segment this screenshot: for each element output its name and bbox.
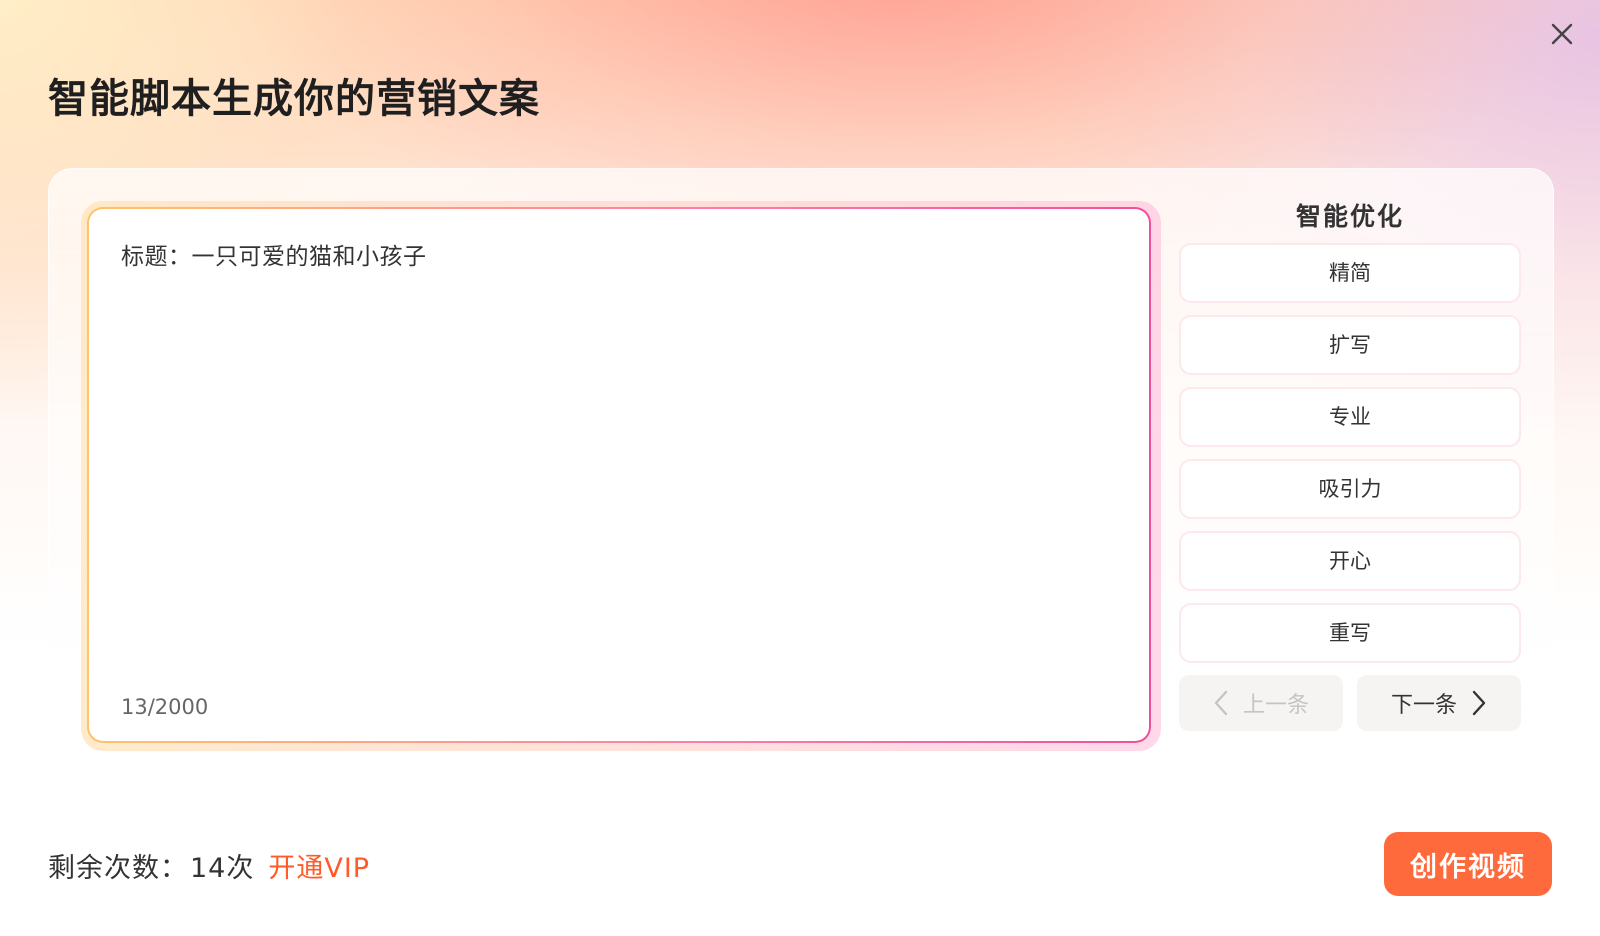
create-video-button[interactable]: 创作视频 [1384, 832, 1552, 896]
next-button[interactable]: 下一条 [1357, 675, 1521, 731]
remaining-uses: 剩余次数：14次 开通VIP [48, 846, 370, 885]
optimize-title: 智能优化 [1295, 202, 1404, 231]
next-label: 下一条 [1390, 693, 1457, 718]
optimize-simplify-button[interactable]: 精简 [1179, 243, 1521, 303]
optimize-rewrite-button[interactable]: 重写 [1179, 603, 1521, 663]
close-button[interactable] [1546, 18, 1578, 50]
pager: 上一条 下一条 [1179, 675, 1521, 731]
chevron-left-icon [1214, 690, 1228, 716]
script-generator-dialog: 智能脚本生成你的营销文案 标题：一只可爱的猫和小孩子 13/2000 智能优化 … [0, 0, 1600, 936]
editor-content[interactable]: 标题：一只可爱的猫和小孩子 [121, 237, 427, 271]
remaining-count: 14次 [190, 853, 255, 884]
close-icon [1551, 23, 1573, 45]
open-vip-link[interactable]: 开通VIP [268, 853, 370, 884]
optimize-sidebar: 智能优化 精简 扩写 专业 吸引力 开心 重写 上一条 下一条 [1179, 199, 1521, 731]
prev-label: 上一条 [1242, 693, 1309, 718]
optimize-happy-button[interactable]: 开心 [1179, 531, 1521, 591]
remaining-label: 剩余次数： [48, 853, 188, 884]
chevron-right-icon [1472, 690, 1486, 716]
dialog-title: 智能脚本生成你的营销文案 [48, 76, 540, 122]
prev-button[interactable]: 上一条 [1179, 675, 1343, 731]
optimize-attractive-button[interactable]: 吸引力 [1179, 459, 1521, 519]
content-panel: 标题：一只可爱的猫和小孩子 13/2000 智能优化 精简 扩写 专业 吸引力 … [48, 168, 1554, 780]
optimize-professional-button[interactable]: 专业 [1179, 387, 1521, 447]
optimize-expand-button[interactable]: 扩写 [1179, 315, 1521, 375]
footer: 剩余次数：14次 开通VIP 创作视频 [48, 832, 1552, 896]
script-editor[interactable]: 标题：一只可爱的猫和小孩子 13/2000 [87, 207, 1151, 743]
char-count: 13/2000 [121, 695, 209, 719]
